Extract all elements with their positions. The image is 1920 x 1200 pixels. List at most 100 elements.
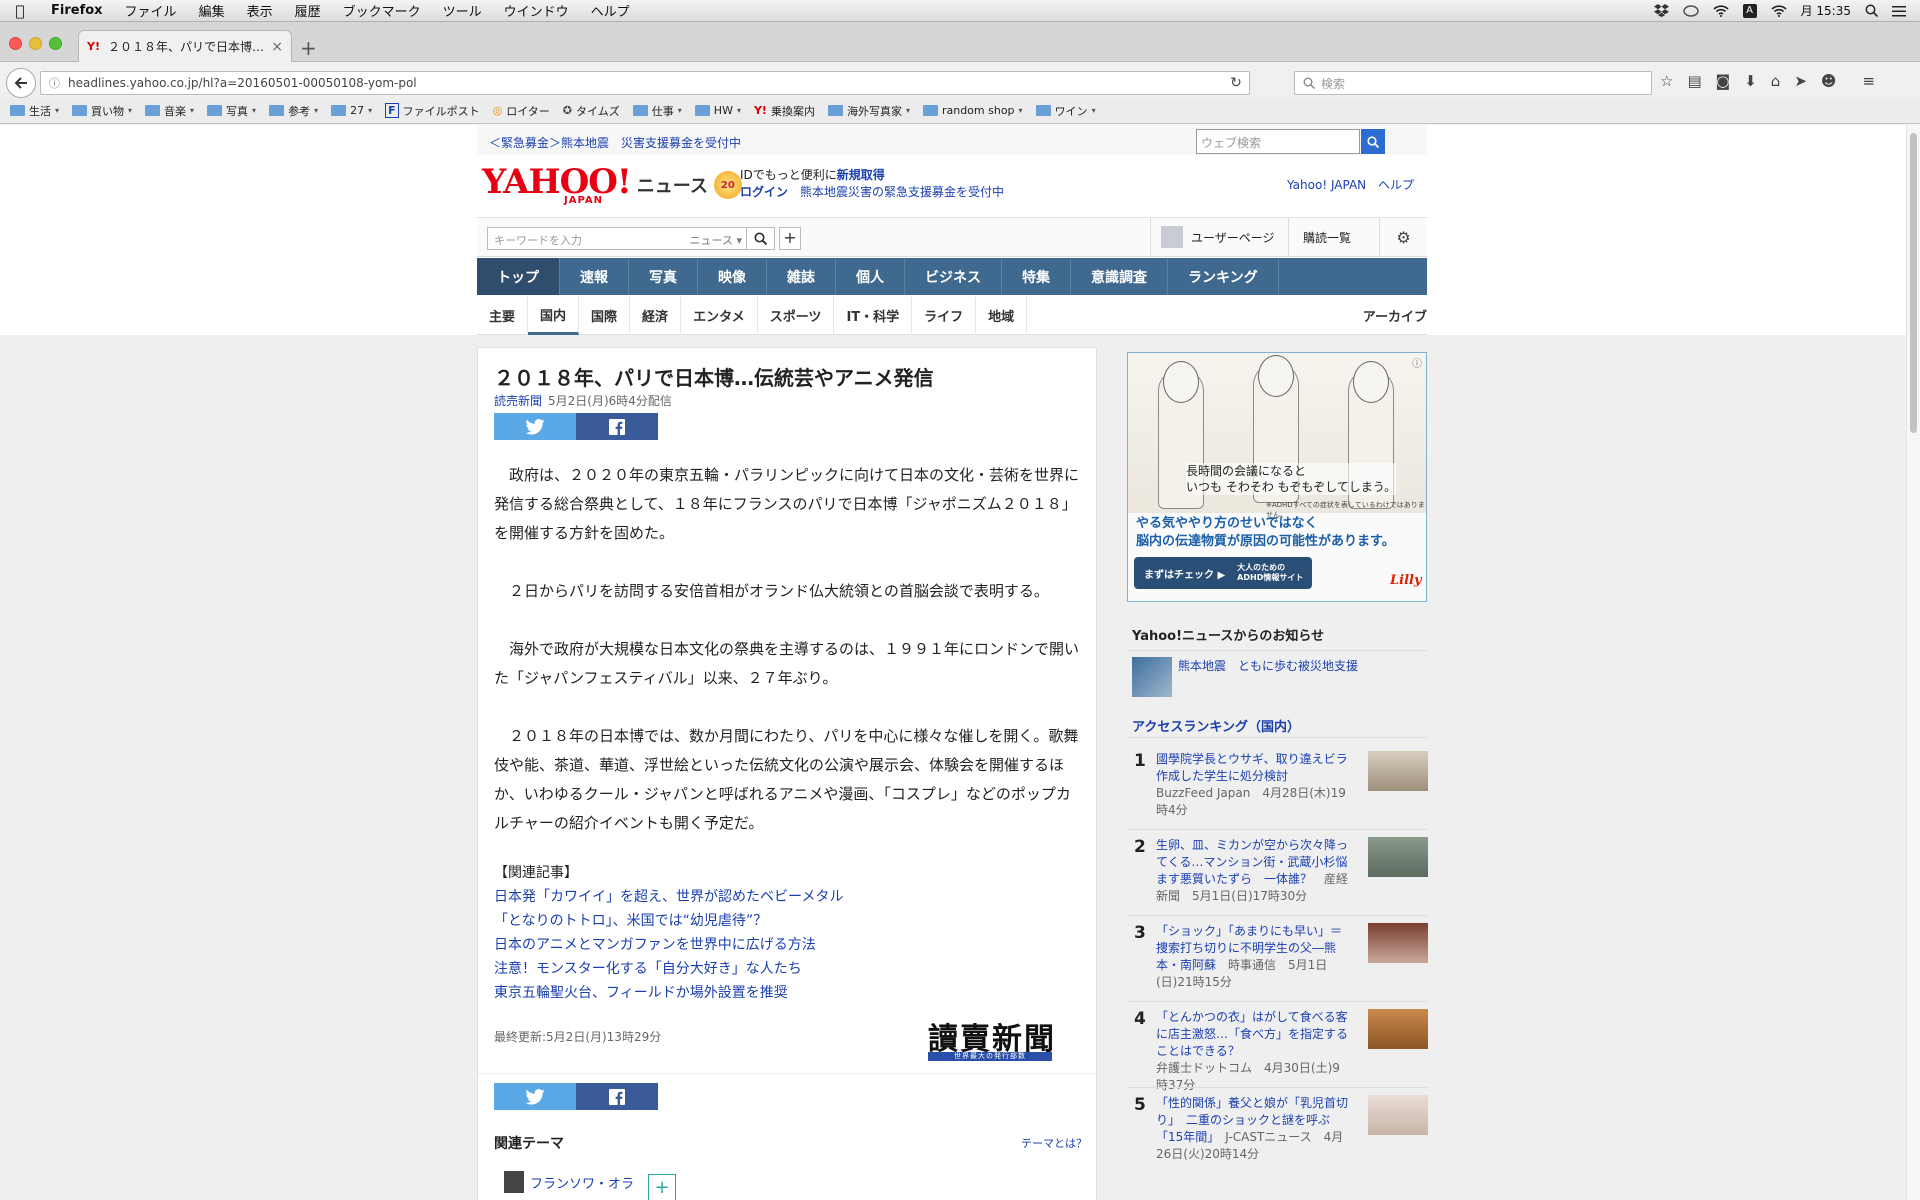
menu-window[interactable]: ウインドウ — [493, 1, 580, 20]
bookmark-folder[interactable]: 仕事 ▾ — [632, 103, 682, 119]
reading-list-icon[interactable]: ▤ — [1687, 72, 1701, 90]
category-select[interactable]: ニュース ▾ — [690, 232, 742, 247]
browser-tab[interactable]: Y! ２０１８年、パリで日本博… × — [78, 30, 292, 62]
ranking-heading[interactable]: アクセスランキング（国内） — [1132, 716, 1300, 735]
reload-icon[interactable]: ↻ — [1223, 75, 1249, 91]
hamburger-menu-icon[interactable]: ≡ — [1863, 72, 1876, 90]
yahoo-news-logo[interactable]: YAHOO! JAPAN ニュース 20 — [482, 165, 742, 206]
twitter-share-button[interactable] — [494, 413, 576, 440]
bookmark-link[interactable]: ◎ ロイター — [493, 103, 550, 119]
bookmark-folder[interactable]: 生活 ▾ — [10, 103, 59, 119]
follow-theme-button[interactable]: + — [648, 1174, 676, 1200]
bookmark-folder[interactable]: 参考 ▾ — [269, 103, 318, 119]
bookmark-folder[interactable]: 音楽 ▾ — [145, 103, 194, 119]
wifi-icon[interactable] — [1713, 4, 1729, 17]
what-is-theme-link[interactable]: テーマとは？ — [1021, 1135, 1087, 1151]
keyword-search-input[interactable]: キーワードを入力 ニュース ▾ — [487, 227, 775, 250]
bookmark-folder[interactable]: ワイン ▾ — [1035, 103, 1096, 119]
bookmark-folder[interactable]: 写真 ▾ — [207, 103, 256, 119]
bookmark-folder[interactable]: random shop ▾ — [922, 104, 1023, 117]
yahoo-japan-link[interactable]: Yahoo! JAPAN — [1287, 178, 1366, 192]
menu-app-name[interactable]: Firefox — [40, 3, 114, 18]
related-article-link[interactable]: 日本発「カワイイ」を超え、世界が認めたベビーメタル — [494, 885, 843, 909]
menu-tools[interactable]: ツール — [432, 1, 493, 20]
scrollbar-thumb[interactable] — [1910, 133, 1917, 433]
facebook-share-button[interactable] — [576, 1083, 658, 1110]
notification-center-icon[interactable] — [1892, 5, 1906, 17]
related-article-link[interactable]: 「となりのトトロ」、米国では“幼児虐待”？ — [494, 909, 843, 933]
menu-edit[interactable]: 編集 — [188, 1, 236, 20]
spotlight-icon[interactable] — [1865, 4, 1878, 17]
close-tab-icon[interactable]: × — [271, 39, 283, 55]
register-link[interactable]: 新規取得 — [837, 168, 885, 182]
kumamoto-donation-link[interactable]: 熊本地震災害の緊急支援募金を受付中 — [800, 185, 1004, 199]
home-icon[interactable]: ⌂ — [1771, 72, 1781, 90]
bookmark-star-icon[interactable]: ☆ — [1660, 72, 1673, 90]
subnav-sports[interactable]: スポーツ — [758, 296, 835, 335]
related-article-link[interactable]: 日本のアニメとマンガファンを世界中に広げる方法 — [494, 933, 843, 957]
menu-help[interactable]: ヘルプ — [580, 1, 641, 20]
subnav-economy[interactable]: 経済 — [630, 296, 682, 335]
archive-link[interactable]: アーカイブ — [1363, 306, 1427, 325]
subnav-entertainment[interactable]: エンタメ — [681, 296, 758, 335]
menu-view[interactable]: 表示 — [236, 1, 284, 20]
bookmark-folder[interactable]: 27 ▾ — [331, 104, 372, 117]
ad-info-icon[interactable]: ⓘ — [1412, 355, 1422, 370]
subnav-international[interactable]: 国際 — [579, 296, 631, 335]
nav-poll[interactable]: 意識調査 — [1071, 258, 1168, 295]
web-search-button[interactable] — [1361, 129, 1385, 154]
nav-breaking[interactable]: 速報 — [560, 258, 629, 295]
keyword-search-button[interactable] — [746, 227, 774, 250]
emergency-donation-link[interactable]: ＜緊急募金＞熊本地震 災害支援募金を受付中 — [489, 134, 741, 151]
zoom-window-button[interactable] — [49, 37, 62, 50]
bookmark-link[interactable]: Y! 乗換案内 — [754, 103, 815, 119]
nav-photos[interactable]: 写真 — [629, 258, 698, 295]
bookmark-folder[interactable]: HW ▾ — [694, 104, 741, 117]
article-source-link[interactable]: 読売新聞 — [494, 394, 542, 408]
facebook-share-button[interactable] — [576, 413, 658, 440]
login-link[interactable]: ログイン — [740, 185, 788, 199]
related-article-link[interactable]: 注意！モンスター化する「自分大好き」な人たち — [494, 957, 843, 981]
gear-icon[interactable]: ⚙ — [1379, 218, 1427, 256]
subnav-local[interactable]: 地域 — [976, 296, 1028, 335]
advertisement[interactable]: 長時間の会議になると いつも そわそわ もぞもぞしてしまう。 ※ADHDすべての… — [1127, 352, 1427, 602]
nav-individual[interactable]: 個人 — [836, 258, 905, 295]
related-article-link[interactable]: 東京五輪聖火台、フィールドか場外設置を推奨 — [494, 981, 843, 1005]
theme-item[interactable]: フランソワ・オラ — [504, 1171, 634, 1193]
apple-icon[interactable]:  — [0, 2, 40, 20]
web-search-input[interactable]: ウェブ検索 — [1196, 129, 1360, 154]
bookmark-link[interactable]: F ファイルポスト — [385, 103, 480, 119]
menu-history[interactable]: 履歴 — [284, 1, 332, 20]
sync-icon[interactable] — [1682, 4, 1699, 17]
bookmark-folder[interactable]: 海外写真家 ▾ — [827, 103, 910, 119]
site-info-icon[interactable]: ⓘ — [49, 75, 60, 91]
bookmark-folder[interactable]: 買い物 ▾ — [72, 103, 132, 119]
input-source-icon[interactable]: A — [1742, 3, 1757, 18]
dropbox-icon[interactable] — [1653, 4, 1669, 17]
page-scrollbar[interactable] — [1906, 125, 1920, 1200]
subnav-it-science[interactable]: IT・科学 — [834, 296, 913, 335]
ad-cta-button[interactable]: まずはチェック ▶ 大人のための ADHD情報サイト — [1134, 557, 1312, 589]
nav-magazines[interactable]: 雑誌 — [767, 258, 836, 295]
bookmark-link[interactable]: ✪ タイムズ — [563, 103, 620, 119]
nav-business[interactable]: ビジネス — [905, 258, 1002, 295]
yomiuri-logo[interactable]: 讀賣新聞 世界最大の発行部数 — [928, 1024, 1088, 1064]
subnav-main[interactable]: 主要 — [477, 296, 529, 335]
add-button[interactable]: + — [779, 227, 801, 250]
close-window-button[interactable] — [9, 37, 22, 50]
subnav-life[interactable]: ライフ — [912, 296, 977, 335]
nav-top[interactable]: トップ — [477, 258, 560, 295]
back-button[interactable] — [6, 68, 36, 98]
pocket-icon[interactable]: ◙ — [1716, 72, 1731, 90]
twitter-share-button[interactable] — [494, 1083, 576, 1110]
new-tab-icon[interactable]: + — [300, 36, 317, 60]
menu-bookmarks[interactable]: ブックマーク — [332, 1, 432, 20]
search-input[interactable]: 検索 — [1294, 71, 1652, 95]
clock[interactable]: 月 15:35 — [1801, 2, 1851, 19]
help-link[interactable]: ヘルプ — [1378, 178, 1414, 192]
subnav-domestic[interactable]: 国内 — [528, 296, 580, 335]
share-icon[interactable]: ➤ — [1794, 72, 1807, 90]
minimize-window-button[interactable] — [29, 37, 42, 50]
nav-video[interactable]: 映像 — [698, 258, 767, 295]
user-page-link[interactable]: ユーザーページ — [1150, 218, 1275, 256]
